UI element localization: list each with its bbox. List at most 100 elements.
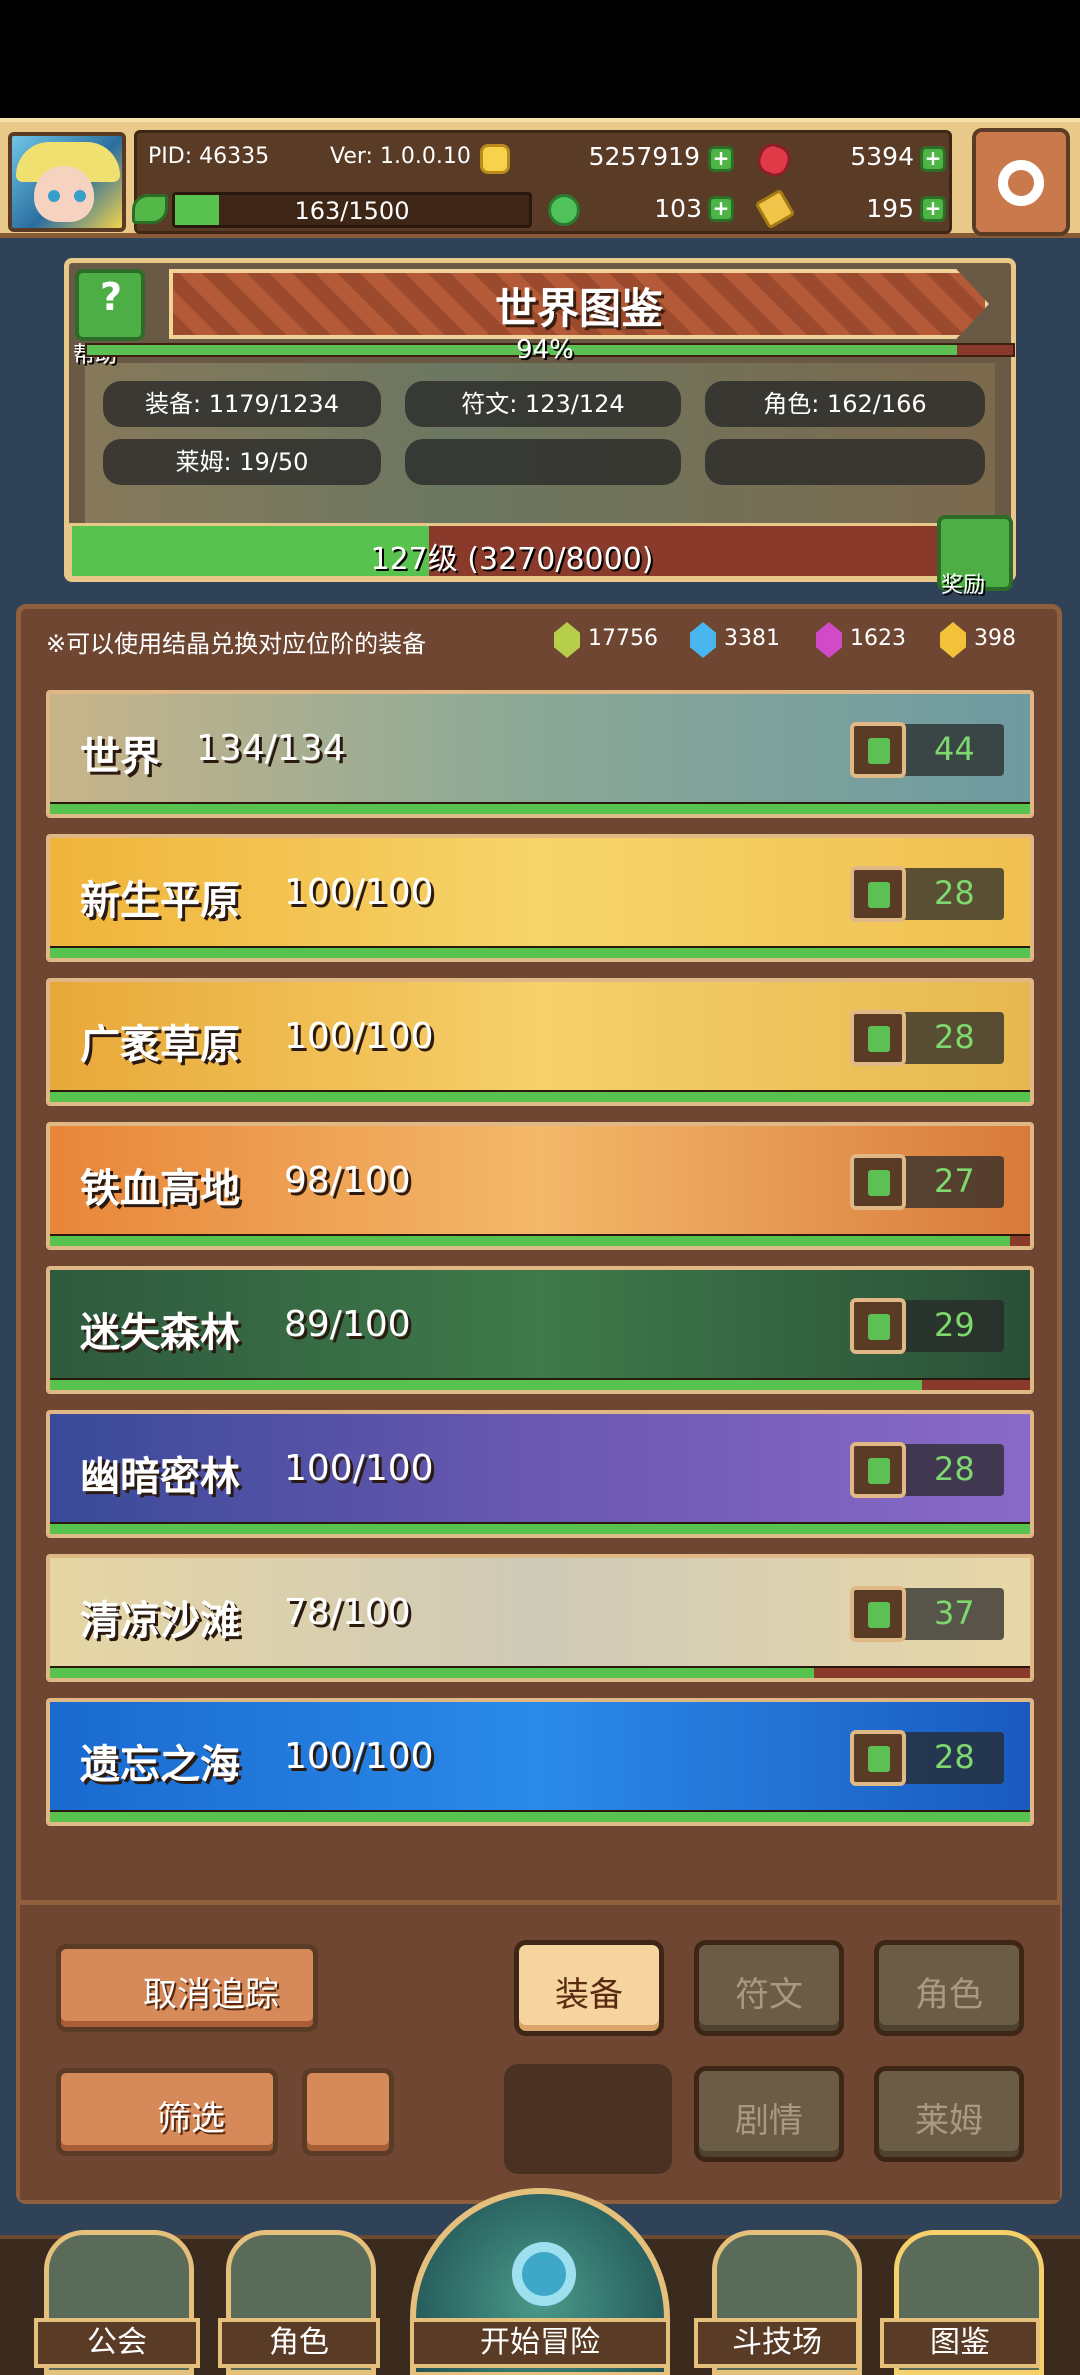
crystal-icon [940,622,966,658]
filter-button[interactable]: 筛选 [56,2068,278,2156]
like-count: 28 [934,874,975,912]
stat-equipment: 装备: 1179/1234 [103,381,381,427]
region-row[interactable]: 迷失森林 89/100 29 [46,1266,1034,1394]
gem-amount: 5394 [850,142,914,171]
untrack-label: 取消追踪 [143,1975,279,2015]
region-list[interactable]: 世界 134/134 44 新生平原 100/100 28 广袤草原 100/100 28 铁血高… [34,690,1046,1890]
region-count: 134/134 [196,728,346,769]
region-row[interactable]: 广袤草原 100/100 28 [46,978,1034,1106]
tab-runes-label: 符文 [735,1975,803,2015]
region-name: 世界 [80,734,160,780]
player-id: PID: 46335 [148,144,270,169]
region-progress-fill [50,1236,1011,1246]
gold-coin-icon [480,144,510,174]
like-counter[interactable]: 28 [850,1730,1004,1786]
like-counter[interactable]: 28 [850,866,1004,922]
thumbs-up-icon [850,1154,906,1210]
tab-characters[interactable]: 角色 [874,1940,1024,2036]
crystal-info-row: ※可以使用结晶兑换对应位阶的装备 17756 3381 1623 398 [34,616,1046,666]
crystal-icon [554,622,580,658]
region-count: 78/100 [284,1592,411,1633]
region-progress-fill [50,948,1030,958]
tab-characters-label: 角色 [915,1975,983,2015]
tab-runes[interactable]: 符文 [694,1940,844,2036]
thumbs-up-icon [850,1298,906,1354]
region-name: 铁血高地 [80,1166,240,1212]
region-name: 幽暗密林 [80,1454,240,1500]
thumbs-up-icon [850,866,906,922]
reset-filter-button[interactable] [302,2068,394,2156]
top-header: PID: 46335 Ver: 1.0.0.10 5257919 + 5394 … [0,118,1080,238]
empty-tab-slot [504,2064,672,2174]
nav-codex-label: 图鉴 [880,2318,1040,2368]
thumbs-up-icon [850,1010,906,1066]
magnifier-icon [512,2242,576,2306]
nav-adventure-label: 开始冒险 [410,2318,670,2368]
nav-arena-label: 斗技场 [694,2318,860,2368]
region-row[interactable]: 新生平原 100/100 28 [46,834,1034,962]
thumbs-up-icon [850,1442,906,1498]
filter-label: 筛选 [157,2099,225,2139]
region-name: 迷失森林 [80,1310,240,1356]
region-progress-fill [50,1092,1030,1102]
crystal-count: 3381 [724,626,780,651]
like-counter[interactable]: 37 [850,1586,1004,1642]
gear-icon [998,160,1044,206]
like-count: 28 [934,1738,975,1776]
stat-empty-1 [405,439,681,485]
region-count: 100/100 [284,1736,434,1777]
region-progress-fill [50,1380,923,1390]
stamina-bar: 163/1500 [172,192,532,228]
untrack-button[interactable]: 取消追踪 [56,1944,318,2032]
tab-slime[interactable]: 莱姆 [874,2066,1024,2162]
region-progress-bar [50,946,1030,958]
codex-title: 世界图鉴 [494,284,663,333]
crystal-count: 398 [974,626,1016,651]
like-count: 37 [934,1594,975,1632]
crystal-count: 17756 [588,626,658,651]
like-counter[interactable]: 28 [850,1010,1004,1066]
like-counter[interactable]: 28 [850,1442,1004,1498]
help-button[interactable]: ? [75,269,145,341]
tab-equipment-label: 装备 [555,1975,623,2015]
like-counter[interactable]: 44 [850,722,1004,778]
region-progress-fill [50,1524,1030,1534]
add-clover-button[interactable]: + [708,196,734,222]
add-gold-button[interactable]: + [708,146,734,172]
region-count: 98/100 [284,1160,411,1201]
add-gem-button[interactable]: + [920,146,946,172]
nav-guild-label: 公会 [34,2318,200,2368]
like-counter[interactable]: 27 [850,1154,1004,1210]
settings-button[interactable] [972,128,1070,236]
region-count: 89/100 [284,1304,411,1345]
region-progress-bar [50,1378,1030,1390]
tab-story[interactable]: 剧情 [694,2066,844,2162]
like-counter[interactable]: 29 [850,1298,1004,1354]
region-name: 清凉沙滩 [80,1598,240,1644]
player-avatar[interactable] [8,132,126,232]
key-amount: 195 [866,194,914,223]
region-row[interactable]: 世界 134/134 44 [46,690,1034,818]
region-row[interactable]: 遗忘之海 100/100 28 [46,1698,1034,1826]
tab-story-label: 剧情 [735,2101,803,2141]
region-row[interactable]: 清凉沙滩 78/100 37 [46,1554,1034,1682]
add-key-button[interactable]: + [920,196,946,222]
region-count: 100/100 [284,1448,434,1489]
region-name: 广袤草原 [80,1022,240,1068]
region-progress-bar [50,1090,1030,1102]
clover-icon [548,194,580,226]
like-count: 44 [934,730,975,768]
stat-empty-2 [705,439,985,485]
region-row[interactable]: 幽暗密林 100/100 28 [46,1410,1034,1538]
like-count: 28 [934,1018,975,1056]
region-progress-fill [50,804,1030,814]
stat-slime: 莱姆: 19/50 [103,439,381,485]
region-progress-bar [50,802,1030,814]
nav-character-label: 角色 [218,2318,380,2368]
tab-equipment[interactable]: 装备 [514,1940,664,2036]
region-progress-bar [50,1234,1030,1246]
crystal-count: 1623 [850,626,906,651]
clover-amount: 103 [654,194,702,223]
stamina-leaf-icon [132,194,168,224]
region-row[interactable]: 铁血高地 98/100 27 [46,1122,1034,1250]
